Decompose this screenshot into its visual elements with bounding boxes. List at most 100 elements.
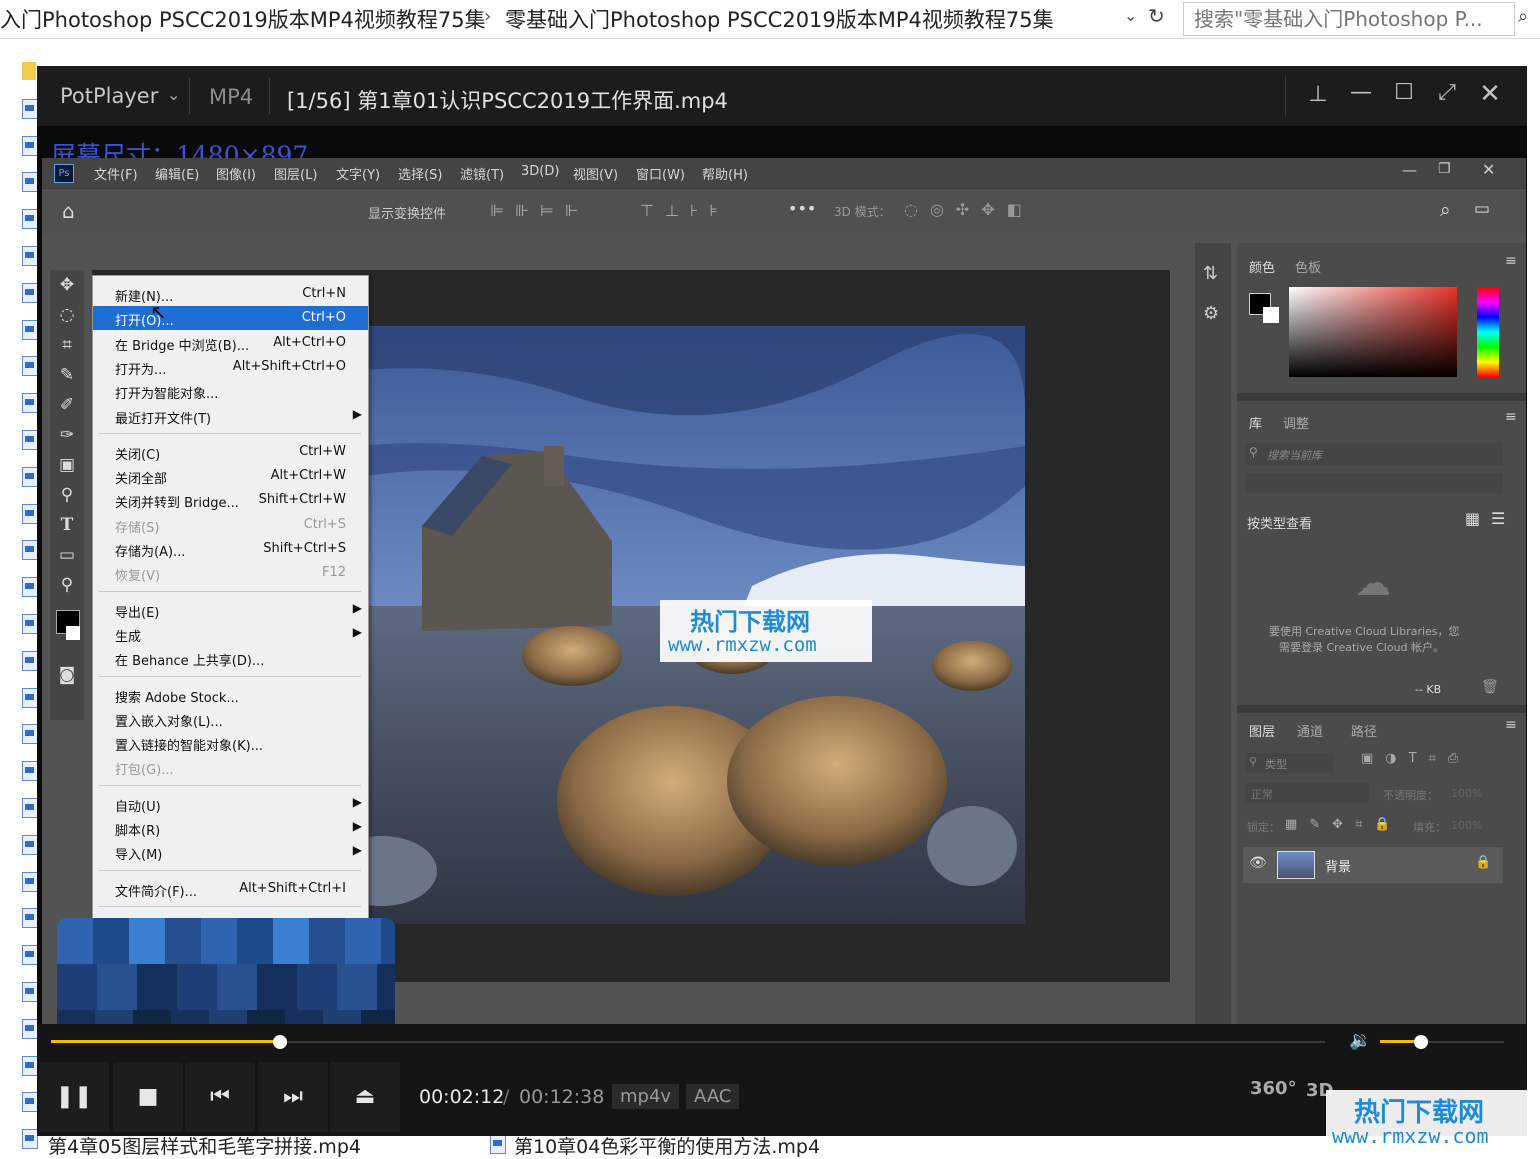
file-menu-item[interactable]: 最近打开文件(T) ▶: [93, 404, 368, 428]
file-menu-item[interactable]: 关闭(C) Ctrl+W: [93, 440, 368, 464]
video-file-icon[interactable]: [22, 172, 38, 193]
hue-slider[interactable]: [1477, 287, 1499, 377]
more-options-icon[interactable]: •••: [788, 199, 816, 218]
refresh-icon[interactable]: ↻: [1148, 4, 1165, 28]
properties-icon[interactable]: ⚙: [1203, 303, 1219, 324]
previous-button[interactable]: ⏮: [185, 1062, 255, 1132]
video-file-icon[interactable]: [22, 540, 38, 561]
video-file-icon[interactable]: [22, 1055, 38, 1076]
breadcrumb-current[interactable]: 零基础入门Photoshop PSCC2019版本MP4视频教程75集: [505, 4, 1054, 34]
align-icons[interactable]: ⊫⊪⊨⊩: [490, 201, 590, 220]
ps-minimize-icon[interactable]: —: [1402, 161, 1417, 179]
ps-menu-file[interactable]: 文件(F): [94, 164, 138, 183]
ps-close-icon[interactable]: ✕: [1482, 160, 1495, 179]
video-file-icon[interactable]: [22, 761, 38, 782]
ps-menu-image[interactable]: 图像(I): [216, 164, 256, 183]
video-file-icon[interactable]: [22, 1018, 38, 1039]
gradient-tool-icon[interactable]: ▣: [50, 450, 84, 480]
bg-swatch[interactable]: [1263, 307, 1279, 323]
file-menu-item[interactable]: 置入链接的智能对象(K)...: [93, 731, 368, 755]
list-view-icon[interactable]: ☰: [1491, 509, 1505, 528]
search-icon[interactable]: ⌕: [1440, 199, 1451, 221]
close-icon[interactable]: ✕: [1473, 79, 1507, 109]
quickmask-icon[interactable]: ◙: [50, 660, 84, 690]
brush-tool-icon[interactable]: ✐: [50, 390, 84, 420]
video-file-icon[interactable]: [22, 135, 38, 156]
home-icon[interactable]: ⌂: [62, 199, 75, 223]
file-item-label[interactable]: 第10章04色彩平衡的使用方法.mp4: [514, 1132, 820, 1159]
breadcrumb-parent[interactable]: 入门Photoshop PSCC2019版本MP4视频教程75集: [0, 4, 486, 34]
library-view-label[interactable]: 按类型查看: [1247, 513, 1312, 532]
layer-row[interactable]: 👁 背景 🔒: [1243, 847, 1503, 883]
video-file-icon[interactable]: [22, 945, 38, 966]
shape-tool-icon[interactable]: ▭: [50, 540, 84, 570]
file-menu-item[interactable]: 存储为(A)... Shift+Ctrl+S: [93, 537, 368, 561]
tab-libraries[interactable]: 库: [1249, 413, 1262, 432]
video-codec-badge[interactable]: mp4v: [612, 1084, 680, 1109]
video-file-icon[interactable]: [490, 1134, 506, 1154]
pause-button[interactable]: ❚❚: [39, 1062, 109, 1132]
show-transform-label[interactable]: 显示变换控件: [368, 203, 446, 222]
ps-menu-layer[interactable]: 图层(L): [274, 164, 317, 183]
workspace-icon[interactable]: ▭: [1474, 199, 1490, 219]
tab-layers[interactable]: 图层: [1249, 721, 1275, 740]
file-menu-item[interactable]: 生成 ▶: [93, 622, 368, 646]
file-menu-item[interactable]: 打开(O)... Ctrl+O: [93, 306, 368, 331]
video-file-icon[interactable]: [22, 246, 38, 266]
chevron-down-icon[interactable]: ⌄: [167, 85, 180, 104]
app-name[interactable]: PotPlayer: [60, 84, 158, 108]
eject-button[interactable]: ⏏: [330, 1062, 400, 1132]
video-file-icon[interactable]: [22, 871, 38, 892]
fill-value[interactable]: 100%: [1451, 819, 1482, 832]
file-menu-item[interactable]: 打包(G)...: [93, 755, 368, 779]
file-menu-item[interactable]: 导入(M) ▶: [93, 840, 368, 864]
tab-channels[interactable]: 通道: [1297, 721, 1323, 740]
layer-filter-icons[interactable]: ▣◑T⌗⎙: [1361, 751, 1470, 766]
background-color[interactable]: [66, 626, 80, 640]
audio-codec-badge[interactable]: AAC: [686, 1084, 740, 1109]
video-file-icon[interactable]: [22, 614, 38, 634]
lock-icons[interactable]: ▦✎✥⌗🔒: [1285, 817, 1403, 832]
pin-icon[interactable]: ⊥: [1301, 82, 1335, 107]
ps-menu-3d[interactable]: 3D(D): [521, 164, 559, 179]
video-file-icon[interactable]: [22, 98, 38, 119]
360-badge[interactable]: 360°: [1250, 1078, 1297, 1099]
file-menu-item[interactable]: 导出(E) ▶: [93, 598, 368, 622]
maximize-icon[interactable]: ☐: [1387, 80, 1421, 105]
stamp-tool-icon[interactable]: ✑: [50, 420, 84, 450]
video-file-icon[interactable]: [22, 1092, 38, 1113]
file-menu-item[interactable]: 恢复(V) F12: [93, 561, 368, 585]
type-tool-icon[interactable]: T: [50, 510, 84, 540]
video-file-icon[interactable]: [22, 687, 38, 708]
ps-restore-icon[interactable]: ❐: [1438, 161, 1451, 177]
file-menu-item[interactable]: 自动(U) ▶: [93, 792, 368, 816]
file-menu-item[interactable]: 置入嵌入对象(L)...: [93, 707, 368, 731]
ps-menu-edit[interactable]: 编辑(E): [155, 164, 199, 183]
zoom-tool-icon[interactable]: ⚲: [50, 570, 84, 600]
file-menu-item[interactable]: 存储(S) Ctrl+S: [93, 513, 368, 537]
video-file-icon[interactable]: [22, 466, 38, 487]
video-file-icon[interactable]: [22, 798, 38, 818]
document-image[interactable]: [272, 326, 1025, 924]
ps-menu-window[interactable]: 窗口(W): [636, 164, 685, 183]
trash-icon[interactable]: 🗑: [1481, 679, 1499, 695]
distribute-icons[interactable]: ⊤⊥⊦⊧: [640, 201, 729, 220]
file-menu-item[interactable]: 关闭全部 Alt+Ctrl+W: [93, 464, 368, 488]
file-menu-item[interactable]: 文件简介(F)... Alt+Shift+Ctrl+I: [93, 877, 368, 901]
video-file-icon[interactable]: [22, 1129, 38, 1150]
file-menu-item[interactable]: 新建(N)... Ctrl+N: [93, 282, 368, 306]
layer-name[interactable]: 背景: [1325, 856, 1351, 875]
file-menu-item[interactable]: 在 Bridge 中浏览(B)... Alt+Ctrl+O: [93, 331, 368, 355]
next-button[interactable]: ⏭: [258, 1062, 328, 1132]
ps-menu-select[interactable]: 选择(S): [398, 164, 442, 183]
lasso-tool-icon[interactable]: ◌: [50, 300, 84, 330]
search-icon[interactable]: ⌕: [1518, 6, 1528, 27]
panel-menu-icon[interactable]: ≡: [1505, 253, 1517, 269]
file-menu-item[interactable]: 在 Behance 上共享(D)...: [93, 646, 368, 670]
file-item-label[interactable]: 第4章05图层样式和毛笔字拼接.mp4: [48, 1132, 361, 1159]
tab-paths[interactable]: 路径: [1351, 721, 1377, 740]
search-box[interactable]: [1183, 2, 1515, 36]
video-file-icon[interactable]: [22, 503, 38, 524]
ps-menu-filter[interactable]: 滤镜(T): [460, 164, 504, 183]
library-dropdown[interactable]: [1245, 473, 1503, 493]
